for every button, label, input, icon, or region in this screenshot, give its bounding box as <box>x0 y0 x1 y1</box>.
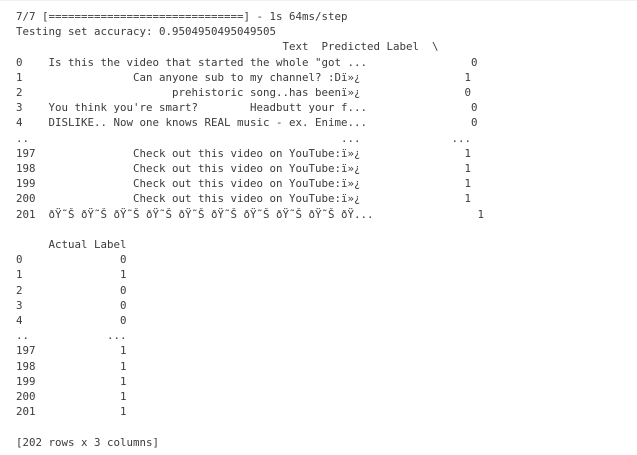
console-output-text: 7/7 [==============================] - 1… <box>16 10 485 449</box>
output-area-top-edge <box>0 0 637 1</box>
cell-output-area: 7/7 [==============================] - 1… <box>16 9 631 449</box>
